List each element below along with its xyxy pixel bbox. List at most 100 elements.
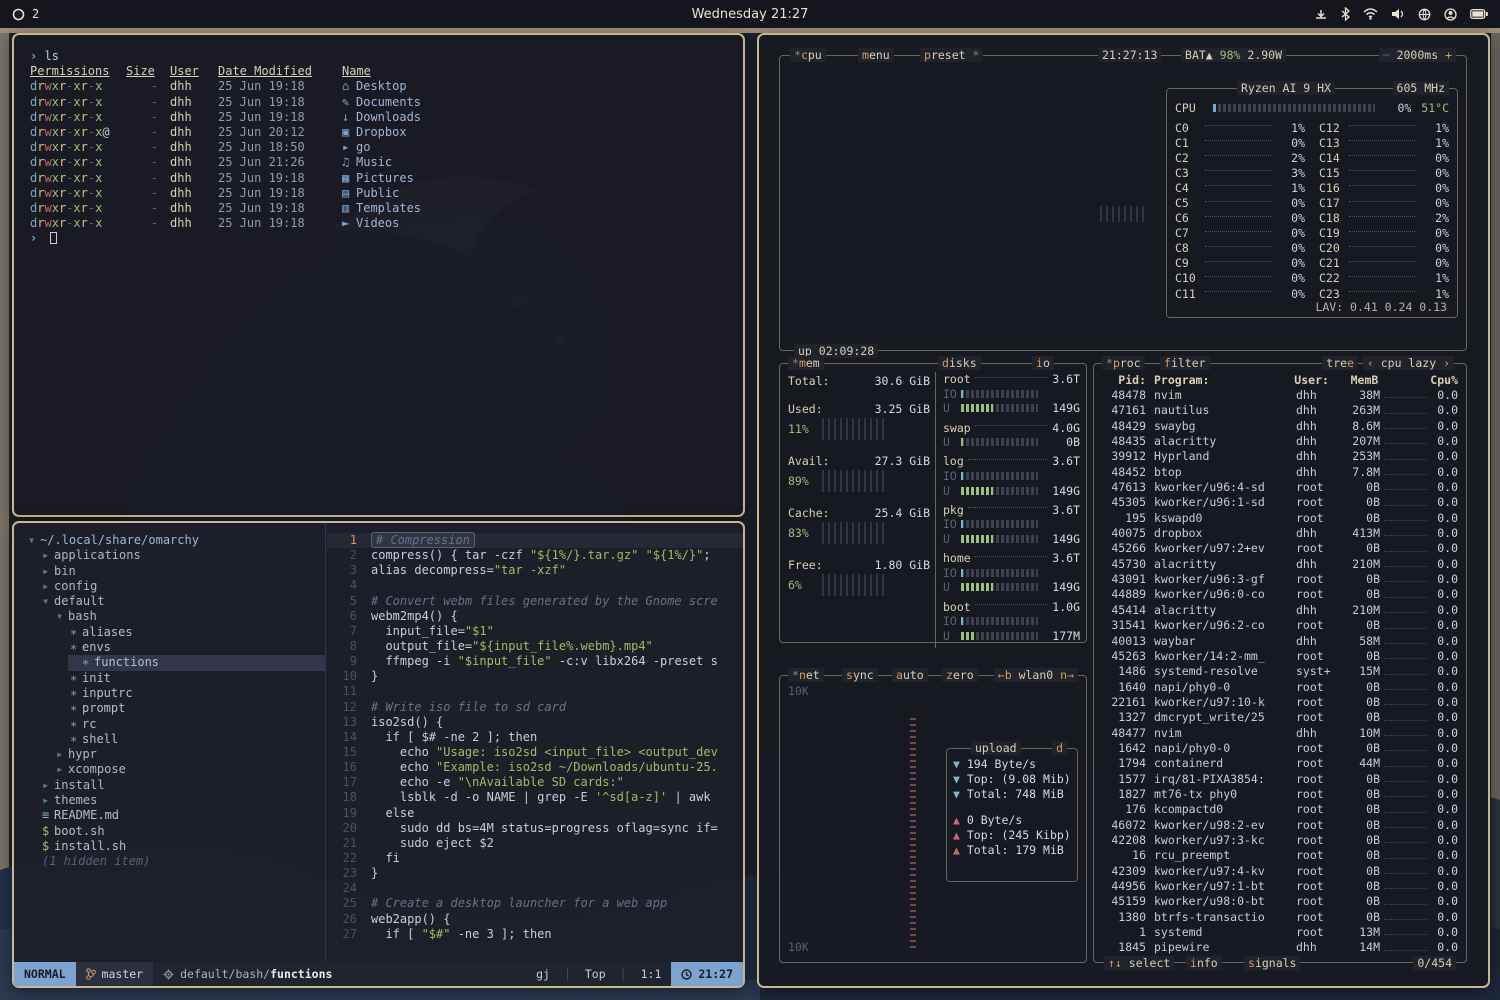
- disks-title[interactable]: disks: [938, 356, 981, 370]
- proc-row[interactable]: 1systemdroot 13M0.0: [1102, 925, 1458, 940]
- proc-row[interactable]: 48435alacrittydhh 207M0.0: [1102, 434, 1458, 449]
- code-line[interactable]: 11: [327, 684, 743, 699]
- tree-item-install.sh[interactable]: $install.sh: [40, 839, 325, 854]
- proc-row[interactable]: 45263kworker/14:2-mm_root 0B0.0: [1102, 649, 1458, 664]
- code-line[interactable]: 12# Write iso file to sd card: [327, 700, 743, 715]
- code-line[interactable]: 7 input_file="$1": [327, 624, 743, 639]
- battery-icon[interactable]: [1470, 9, 1488, 19]
- code-line[interactable]: 24: [327, 881, 743, 896]
- tree-toggle[interactable]: tree: [1322, 356, 1358, 370]
- code-line[interactable]: 22 fi: [327, 851, 743, 866]
- tree-item---.local-share-omarchy[interactable]: ▾~/.local/share/omarchy: [26, 533, 325, 548]
- code-line[interactable]: 13iso2sd() {: [327, 715, 743, 730]
- code-line[interactable]: 6webm2mp4() {: [327, 609, 743, 624]
- proc-row[interactable]: 1380btrfs-transactioroot 0B0.0: [1102, 910, 1458, 925]
- proc-row[interactable]: 43091kworker/u96:3-gfroot 0B0.0: [1102, 572, 1458, 587]
- net-panel-title[interactable]: upload: [971, 741, 1021, 755]
- code-line[interactable]: 20 sudo dd bs=4M status=progress oflag=s…: [327, 821, 743, 836]
- code-line[interactable]: 4: [327, 578, 743, 593]
- tree-item-init[interactable]: ∗init: [68, 671, 325, 686]
- code-line[interactable]: 16 echo "Example: iso2sd ~/Downloads/ubu…: [327, 760, 743, 775]
- proc-row[interactable]: 45159kworker/u98:0-btroot 0B0.0: [1102, 894, 1458, 909]
- tree-item-default[interactable]: ▾default: [40, 594, 325, 609]
- select-action[interactable]: ↑↓ select: [1104, 956, 1174, 970]
- code-line[interactable]: 21 sudo eject $2: [327, 836, 743, 851]
- code-line[interactable]: 23}: [327, 866, 743, 881]
- proc-row[interactable]: 31541kworker/u96:2-coroot 0B0.0: [1102, 618, 1458, 633]
- tree-item-bash[interactable]: ▾bash: [54, 609, 325, 624]
- cpu-box-title[interactable]: *cpu: [790, 48, 826, 62]
- code-line[interactable]: 17 echo -e "\nAvailable SD cards:": [327, 775, 743, 790]
- volume-icon[interactable]: [1391, 8, 1405, 20]
- code-line[interactable]: 27 if [ "$#" -ne 3 ]; then: [327, 927, 743, 942]
- tree-item-rc[interactable]: ∗rc: [68, 717, 325, 732]
- code-line[interactable]: 5# Convert webm files generated by the G…: [327, 594, 743, 609]
- update-interval[interactable]: ─ 2000ms +: [1379, 48, 1456, 62]
- proc-row[interactable]: 22161kworker/u97:10-kroot 0B0.0: [1102, 695, 1458, 710]
- proc-row[interactable]: 48477nvimdhh 10M0.0: [1102, 726, 1458, 741]
- code-line[interactable]: 2compress() { tar -czf "${1%/}.tar.gz" "…: [327, 548, 743, 563]
- proc-row[interactable]: 47613kworker/u96:4-sdroot 0B0.0: [1102, 480, 1458, 495]
- proc-row[interactable]: 1577irq/81-PIXA3854:root 0B0.0: [1102, 772, 1458, 787]
- proc-row[interactable]: 46072kworker/u98:2-evroot 0B0.0: [1102, 818, 1458, 833]
- proc-row[interactable]: 45305kworker/u96:1-sdroot 0B0.0: [1102, 495, 1458, 510]
- btop-window[interactable]: *cpu menu preset * 21:27:13 BAT▲ 98% 2.9…: [757, 33, 1490, 988]
- tree-item-hypr[interactable]: ▸hypr: [54, 747, 325, 762]
- info-action[interactable]: info: [1186, 956, 1222, 970]
- signals-action[interactable]: signals: [1244, 956, 1300, 970]
- tree-item-themes[interactable]: ▸themes: [40, 793, 325, 808]
- code-line[interactable]: 8 output_file="${input_file%.webm}.mp4": [327, 639, 743, 654]
- tree-item-envs[interactable]: ∗envs: [68, 640, 325, 655]
- code-line[interactable]: 3alias decompress="tar -xzf": [327, 563, 743, 578]
- tree-item-aliases[interactable]: ∗aliases: [68, 625, 325, 640]
- proc-row[interactable]: 47161nautilusdhh 263M0.0: [1102, 403, 1458, 418]
- preset-button[interactable]: preset *: [920, 48, 983, 62]
- code-line[interactable]: 9 ffmpeg -i "$input_file" -c:v libx264 -…: [327, 654, 743, 669]
- proc-row[interactable]: 45414alacrittydhh 210M0.0: [1102, 603, 1458, 618]
- proc-row[interactable]: 48478nvimdhh 38M0.0: [1102, 388, 1458, 403]
- proc-row[interactable]: 1327dmcrypt_write/25root 0B0.0: [1102, 710, 1458, 725]
- code-line[interactable]: 14 if [ $# -ne 2 ]; then: [327, 730, 743, 745]
- proc-row[interactable]: 1845pipewiredhh 14M0.0: [1102, 940, 1458, 955]
- code-line[interactable]: 10}: [327, 669, 743, 684]
- editor-window[interactable]: ▾~/.local/share/omarchy▸applications▸bin…: [12, 521, 745, 988]
- proc-row[interactable]: 44889kworker/u96:0-coroot 0B0.0: [1102, 587, 1458, 602]
- proc-row[interactable]: 39912Hyprlanddhh 253M0.0: [1102, 449, 1458, 464]
- proc-row[interactable]: 40013waybardhh 58M0.0: [1102, 634, 1458, 649]
- screencast-icon[interactable]: [1314, 8, 1328, 21]
- proc-row[interactable]: 48429swaybgdhh 8.6M0.0: [1102, 419, 1458, 434]
- workspace-indicator[interactable]: 2: [12, 7, 39, 21]
- sync-toggle[interactable]: sync: [842, 668, 878, 682]
- filter-button[interactable]: filter: [1160, 356, 1210, 370]
- code-line[interactable]: 18 lsblk -d -o NAME | grep -E '^sd[a-z]'…: [327, 790, 743, 805]
- proc-row[interactable]: 45266kworker/u97:2+evroot 0B0.0: [1102, 541, 1458, 556]
- proc-sort-mode[interactable]: ‹ cpu lazy ›: [1363, 356, 1454, 370]
- proc-row[interactable]: 176kcompactd0root 0B0.0: [1102, 802, 1458, 817]
- proc-row[interactable]: 1827mt76-tx phy0root 0B0.0: [1102, 787, 1458, 802]
- tree-item-prompt[interactable]: ∗prompt: [68, 701, 325, 716]
- tree-item-bin[interactable]: ▸bin: [40, 564, 325, 579]
- proc-row[interactable]: 44956kworker/u97:1-btroot 0B0.0: [1102, 879, 1458, 894]
- code-line[interactable]: 15 echo "Usage: iso2sd <input_file> <out…: [327, 745, 743, 760]
- bluetooth-icon[interactable]: [1341, 7, 1350, 21]
- terminal-window[interactable]: › ls PermissionsSizeUserDate ModifiedNam…: [12, 33, 745, 517]
- auto-toggle[interactable]: auto: [892, 668, 928, 682]
- io-title[interactable]: io: [1032, 356, 1054, 370]
- tree-item-functions[interactable]: ∗functions: [68, 655, 325, 670]
- wifi-icon[interactable]: [1363, 8, 1378, 20]
- proc-row[interactable]: 1642napi/phy0-0root 0B0.0: [1102, 741, 1458, 756]
- code-line[interactable]: 25# Create a desktop launcher for a web …: [327, 896, 743, 911]
- menu-button[interactable]: menu: [858, 48, 894, 62]
- code-editor[interactable]: 1# Compression2compress() { tar -czf "${…: [327, 523, 743, 962]
- zero-toggle[interactable]: zero: [942, 668, 978, 682]
- mem-box-title[interactable]: *mem: [788, 356, 824, 370]
- net-panel-toggle[interactable]: d: [1052, 741, 1067, 755]
- tree-item-config[interactable]: ▸config: [40, 579, 325, 594]
- tree-item-applications[interactable]: ▸applications: [40, 548, 325, 563]
- proc-row[interactable]: 42208kworker/u97:3-kcroot 0B0.0: [1102, 833, 1458, 848]
- tree-item-install[interactable]: ▸install: [40, 778, 325, 793]
- tree-item-README.md[interactable]: ≡README.md: [40, 808, 325, 823]
- tree-item-inputrc[interactable]: ∗inputrc: [68, 686, 325, 701]
- proc-row[interactable]: 195kswapd0root 0B0.0: [1102, 511, 1458, 526]
- tree-item-xcompose[interactable]: ▸xcompose: [54, 762, 325, 777]
